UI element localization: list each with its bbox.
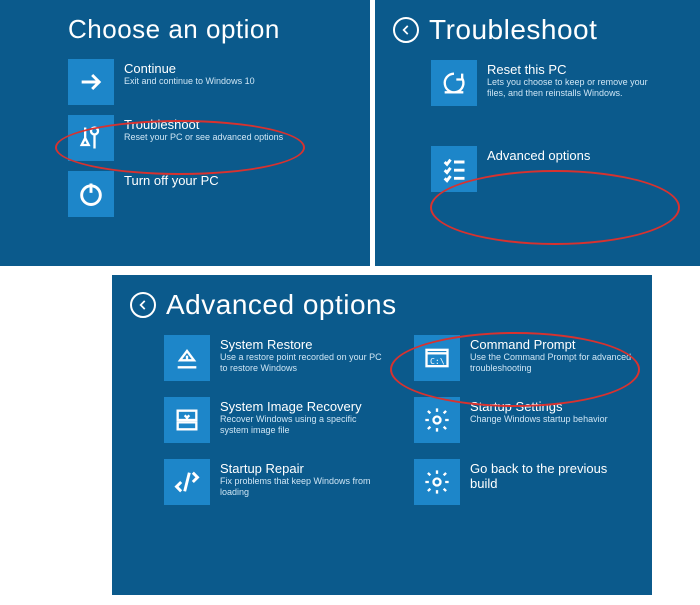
gear-icon — [414, 397, 460, 443]
power-icon — [68, 171, 114, 217]
arrow-right-icon — [68, 59, 114, 105]
option-subtitle: Change Windows startup behavior — [470, 414, 608, 425]
command-prompt-icon: C:\ — [414, 335, 460, 381]
option-title: Reset this PC — [487, 62, 667, 77]
option-startup-repair[interactable]: Startup Repair Fix problems that keep Wi… — [164, 457, 384, 507]
option-subtitle: Fix problems that keep Windows from load… — [220, 476, 384, 498]
option-subtitle: Lets you choose to keep or remove your f… — [487, 77, 667, 99]
page-title: Advanced options — [166, 289, 397, 321]
option-subtitle: Exit and continue to Windows 10 — [124, 76, 255, 87]
option-title: Continue — [124, 61, 255, 76]
page-title: Choose an option — [68, 14, 280, 45]
option-subtitle: Reset your PC or see advanced options — [124, 132, 283, 143]
option-reset-pc[interactable]: Reset this PC Lets you choose to keep or… — [431, 58, 682, 108]
option-subtitle: Use the Command Prompt for advanced trou… — [470, 352, 634, 374]
image-recovery-icon — [164, 397, 210, 443]
option-title: Advanced options — [487, 148, 590, 163]
option-continue[interactable]: Continue Exit and continue to Windows 10 — [68, 57, 352, 107]
option-title: Startup Repair — [220, 461, 384, 476]
option-title: Go back to the previous build — [470, 461, 634, 491]
option-startup-settings[interactable]: Startup Settings Change Windows startup … — [414, 395, 634, 445]
advanced-options-panel: Advanced options System Restore Use a re… — [112, 275, 652, 595]
choose-option-panel: Choose an option Continue Exit and conti… — [0, 0, 370, 266]
back-button[interactable] — [393, 17, 419, 43]
svg-text:C:\: C:\ — [430, 356, 445, 366]
option-subtitle: Use a restore point recorded on your PC … — [220, 352, 384, 374]
option-title: System Image Recovery — [220, 399, 384, 414]
option-turn-off[interactable]: Turn off your PC — [68, 169, 352, 219]
tools-icon — [68, 115, 114, 161]
option-system-restore[interactable]: System Restore Use a restore point recor… — [164, 333, 384, 383]
restore-icon — [164, 335, 210, 381]
option-title: Troubleshoot — [124, 117, 283, 132]
startup-repair-icon — [164, 459, 210, 505]
page-title: Troubleshoot — [429, 14, 597, 46]
checklist-icon — [431, 146, 477, 192]
option-previous-build[interactable]: Go back to the previous build — [414, 457, 634, 507]
reset-icon — [431, 60, 477, 106]
troubleshoot-panel: Troubleshoot Reset this PC Lets you choo… — [375, 0, 700, 266]
option-title: Startup Settings — [470, 399, 608, 414]
option-troubleshoot[interactable]: Troubleshoot Reset your PC or see advanc… — [68, 113, 352, 163]
option-command-prompt[interactable]: C:\ Command Prompt Use the Command Promp… — [414, 333, 634, 383]
option-title: System Restore — [220, 337, 384, 352]
option-subtitle: Recover Windows using a specific system … — [220, 414, 384, 436]
option-title: Command Prompt — [470, 337, 634, 352]
option-advanced[interactable]: Advanced options — [431, 144, 682, 194]
gear-icon — [414, 459, 460, 505]
option-title: Turn off your PC — [124, 173, 219, 188]
option-image-recovery[interactable]: System Image Recovery Recover Windows us… — [164, 395, 384, 445]
back-button[interactable] — [130, 292, 156, 318]
